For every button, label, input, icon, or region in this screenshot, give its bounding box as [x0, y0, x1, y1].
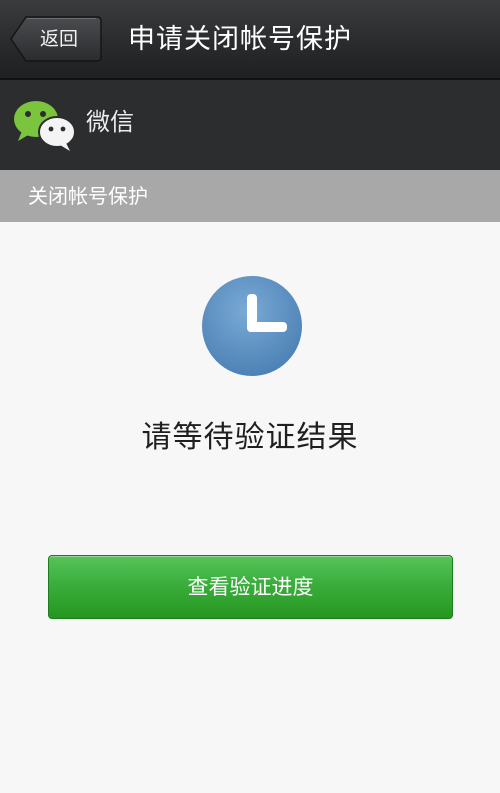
view-verification-progress-button[interactable]: 查看验证进度 [48, 555, 453, 619]
page-title: 申请关闭帐号保护 [128, 24, 352, 55]
section-bar: 关闭帐号保护 [0, 170, 500, 222]
clock-icon [202, 276, 302, 376]
screen: 返回 申请关闭帐号保护 微信 关闭帐号保护 请等待验证结果 查看验证进度 [0, 0, 500, 793]
section-label: 关闭帐号保护 [28, 184, 148, 208]
back-button-label: 返回 [40, 28, 79, 50]
wechat-logo-icon [14, 101, 76, 151]
back-button[interactable]: 返回 [10, 16, 102, 62]
app-header: 微信 [0, 80, 500, 170]
status-message: 请等待验证结果 [141, 420, 359, 455]
app-name: 微信 [86, 108, 134, 136]
title-bar: 返回 申请关闭帐号保护 [0, 0, 500, 80]
